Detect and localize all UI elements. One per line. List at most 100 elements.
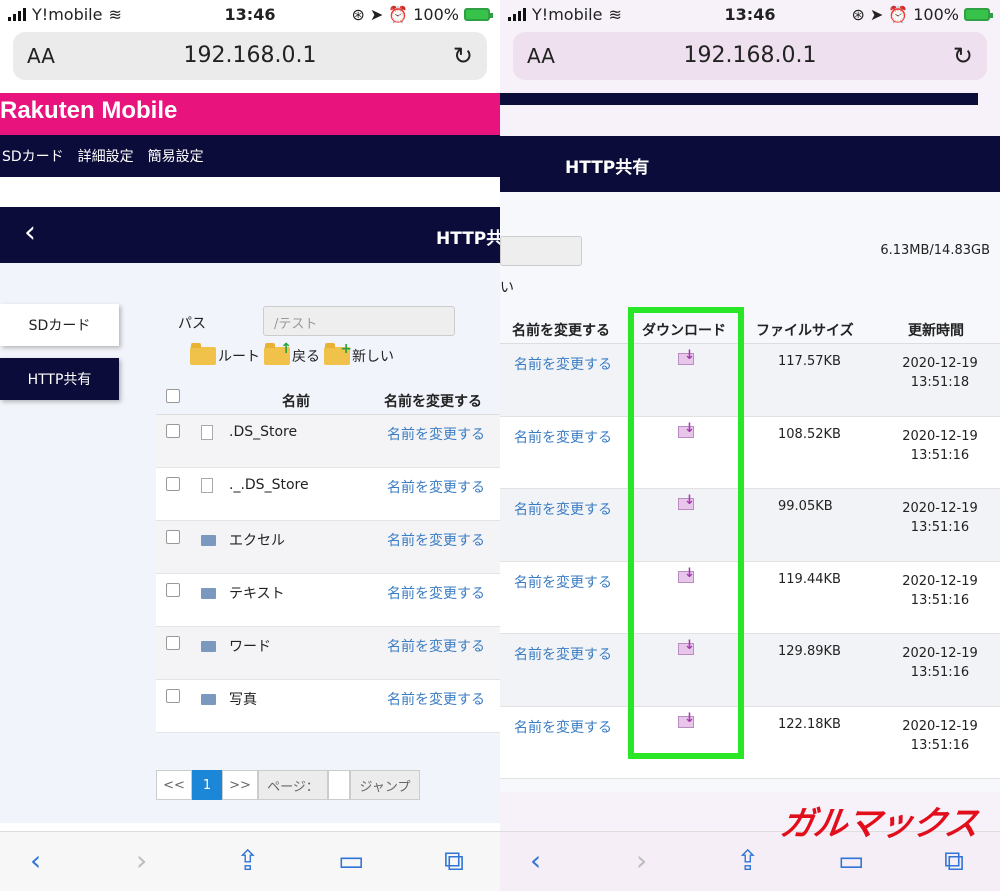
root-button[interactable]: ルート bbox=[190, 343, 260, 366]
url-text[interactable]: 192.168.0.1 bbox=[513, 43, 987, 68]
table-row: .DS_Store 名前を変更する bbox=[156, 415, 500, 468]
nav-strip bbox=[500, 93, 978, 105]
table-header: 名前を変更する ダウンロード ファイルサイズ 更新時間 bbox=[500, 310, 1000, 344]
forward-icon[interactable]: › bbox=[636, 844, 647, 877]
file-size: 129.89KB bbox=[778, 644, 841, 659]
rename-link[interactable]: 名前を変更する bbox=[387, 636, 485, 656]
action-label-fragment: い bbox=[500, 280, 514, 296]
rename-link[interactable]: 名前を変更する bbox=[514, 572, 612, 592]
status-bar: Y!mobile ≋ 13:46 ⊛ ➤ ⏰ 100% bbox=[500, 0, 1000, 30]
table-row: ワード 名前を変更する bbox=[156, 627, 500, 680]
path-label: パス bbox=[178, 316, 206, 332]
sidebar-item-http-share[interactable]: HTTP共有 bbox=[0, 358, 119, 400]
rename-link[interactable]: 名前を変更する bbox=[514, 644, 612, 664]
file-name[interactable]: ._.DS_Store bbox=[229, 477, 309, 493]
row-checkbox[interactable] bbox=[166, 477, 180, 491]
folder-name[interactable]: エクセル bbox=[229, 530, 285, 550]
back-icon[interactable]: ‹ bbox=[530, 844, 541, 877]
path-input[interactable] bbox=[500, 236, 582, 266]
back-icon[interactable]: ‹ bbox=[30, 844, 41, 877]
row-checkbox[interactable] bbox=[166, 530, 180, 544]
nav-item-sd-card[interactable]: SDカード bbox=[2, 146, 64, 166]
nav-item-easy-settings[interactable]: 簡易設定 bbox=[148, 146, 204, 166]
sidebar-item-sd-card[interactable]: SDカード bbox=[0, 304, 119, 346]
select-all-checkbox[interactable] bbox=[166, 389, 180, 403]
tabs-icon[interactable]: ⧉ bbox=[444, 844, 464, 878]
folder-name[interactable]: ワード bbox=[229, 636, 271, 656]
storage-usage: 6.13MB/14.83GB bbox=[880, 243, 990, 258]
table-row: 名前を変更する 99.05KB 2020-12-19 13:51:16 bbox=[500, 489, 1000, 562]
nav-item-advanced-settings[interactable]: 詳細設定 bbox=[78, 146, 134, 166]
updated-time: 2020-12-19 13:51:16 bbox=[902, 501, 978, 535]
next-page-button[interactable]: >> bbox=[222, 770, 258, 800]
rename-link[interactable]: 名前を変更する bbox=[514, 717, 612, 737]
reload-icon[interactable]: ↻ bbox=[953, 42, 973, 70]
file-name[interactable]: .DS_Store bbox=[229, 424, 297, 440]
updated-time: 2020-12-19 13:51:16 bbox=[902, 646, 978, 680]
battery-percent: 100% bbox=[413, 5, 459, 24]
new-folder-button[interactable]: + 新しい bbox=[324, 341, 394, 366]
status-right: ⊛ ➤ ⏰ 100% bbox=[352, 5, 493, 24]
rename-link[interactable]: 名前を変更する bbox=[387, 424, 485, 444]
file-size: 108.52KB bbox=[778, 426, 841, 442]
share-icon[interactable]: ⇪ bbox=[736, 844, 759, 877]
updated-time: 2020-12-19 13:51:16 bbox=[902, 573, 978, 608]
url-text[interactable]: 192.168.0.1 bbox=[13, 43, 487, 68]
table-row: 名前を変更する 122.18KB 2020-12-19 13:51:16 bbox=[500, 706, 1000, 779]
file-size: 122.18KB bbox=[778, 716, 841, 732]
column-name: 名前 bbox=[282, 394, 310, 410]
pagination: << 1 >> ページ： ジャンプ bbox=[156, 770, 420, 800]
watermark-logo: ガルマックス bbox=[777, 804, 981, 844]
tabs-icon[interactable]: ⧉ bbox=[944, 844, 964, 878]
folder-name[interactable]: テキスト bbox=[229, 583, 285, 603]
row-checkbox[interactable] bbox=[166, 424, 180, 438]
page-label: ページ： bbox=[258, 770, 328, 800]
row-checkbox[interactable] bbox=[166, 583, 180, 597]
rename-link[interactable]: 名前を変更する bbox=[514, 427, 612, 447]
rename-link[interactable]: 名前を変更する bbox=[387, 477, 485, 497]
bookmarks-icon[interactable]: ▭ bbox=[838, 844, 864, 877]
address-bar[interactable]: AA 192.168.0.1 ↻ bbox=[513, 32, 987, 80]
share-icon[interactable]: ⇪ bbox=[236, 844, 259, 877]
page-header: ‹ HTTP共有 bbox=[0, 207, 500, 263]
file-icon bbox=[201, 425, 213, 440]
folder-name[interactable]: 写真 bbox=[229, 689, 257, 709]
rename-link[interactable]: 名前を変更する bbox=[514, 499, 612, 519]
file-table: 名前 名前を変更する .DS_Store 名前を変更する ._.DS_Store… bbox=[156, 383, 500, 733]
updated-time: 2020-12-19 13:51:16 bbox=[902, 718, 978, 753]
folder-icon bbox=[190, 343, 216, 365]
rename-link[interactable]: 名前を変更する bbox=[387, 583, 485, 603]
table-row: 名前を変更する 119.44KB 2020-12-19 13:51:16 bbox=[500, 561, 1000, 634]
page-1-button[interactable]: 1 bbox=[192, 770, 222, 800]
reload-icon[interactable]: ↻ bbox=[453, 42, 473, 70]
column-file-size: ファイルサイズ bbox=[756, 323, 854, 339]
back-chevron-icon[interactable]: ‹ bbox=[24, 215, 36, 250]
jump-button[interactable]: ジャンプ bbox=[350, 770, 420, 800]
download-column-highlight bbox=[628, 307, 744, 759]
address-bar[interactable]: AA 192.168.0.1 ↻ bbox=[13, 32, 487, 80]
row-checkbox[interactable] bbox=[166, 689, 180, 703]
table-row: 名前を変更する 108.52KB 2020-12-19 13:51:16 bbox=[500, 416, 1000, 489]
brand-logo: Rakuten Mobile bbox=[0, 97, 178, 124]
bookmarks-icon[interactable]: ▭ bbox=[338, 844, 364, 877]
forward-icon[interactable]: › bbox=[136, 844, 147, 877]
page-number-input[interactable] bbox=[328, 770, 350, 800]
brand-banner: Rakuten Mobile bbox=[0, 93, 500, 135]
row-checkbox[interactable] bbox=[166, 636, 180, 650]
rename-link[interactable]: 名前を変更する bbox=[514, 354, 612, 374]
prev-page-button[interactable]: << bbox=[156, 770, 192, 800]
folder-add-icon: + bbox=[324, 341, 352, 365]
rename-link[interactable]: 名前を変更する bbox=[387, 689, 485, 709]
top-nav: SDカード 詳細設定 簡易設定 bbox=[0, 135, 500, 177]
column-updated: 更新時間 bbox=[908, 323, 964, 339]
new-label: 新しい bbox=[352, 349, 394, 365]
back-button[interactable]: ↑ 戻る bbox=[264, 341, 320, 366]
page-title: HTTP共有 bbox=[565, 158, 650, 178]
folder-icon bbox=[201, 588, 216, 599]
folder-icon bbox=[201, 641, 216, 652]
updated-time: 2020-12-19 13:51:16 bbox=[902, 428, 978, 463]
status-right: ⊛ ➤ ⏰ 100% bbox=[852, 5, 993, 24]
path-input[interactable]: /テスト bbox=[263, 306, 455, 336]
rename-link[interactable]: 名前を変更する bbox=[387, 530, 485, 550]
location-icon: ➤ bbox=[369, 5, 384, 24]
